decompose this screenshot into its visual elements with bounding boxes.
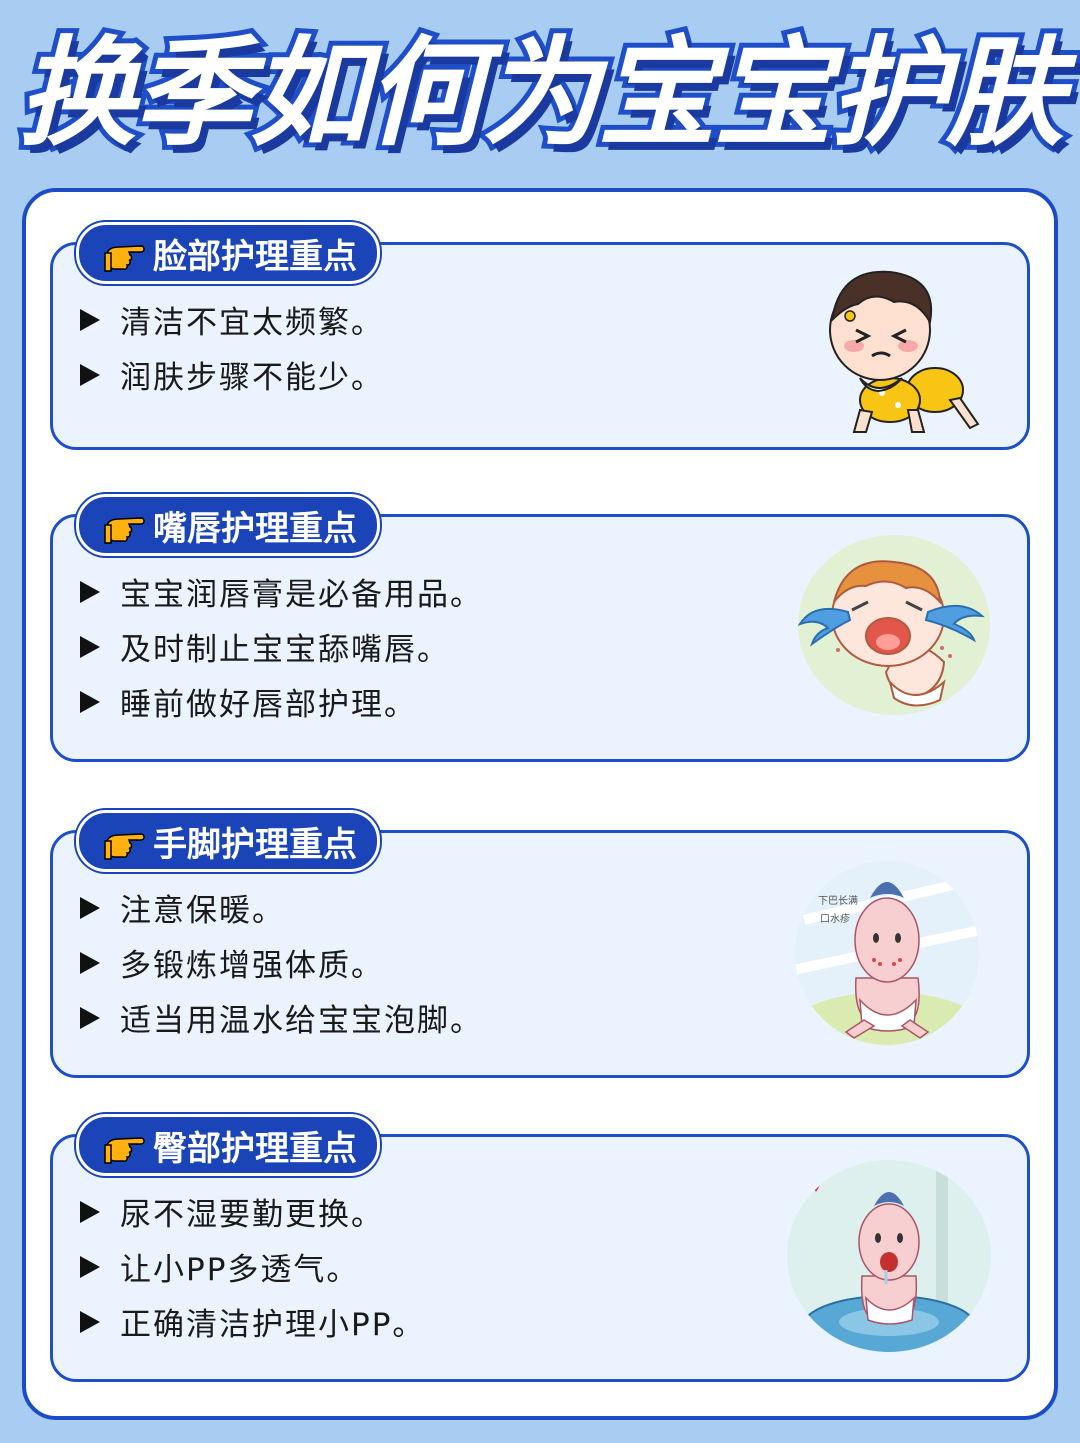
list-item: 多锻炼增强体质。 bbox=[80, 935, 483, 990]
list-item: 注意保暖。 bbox=[80, 880, 483, 935]
list-item: 及时制止宝宝舔嘴唇。 bbox=[80, 619, 483, 674]
triangle-bullet-icon bbox=[80, 363, 100, 386]
bullet-list: 清洁不宜太频繁。 润肤步骤不能少。 bbox=[80, 292, 384, 402]
section-heading: 脸部护理重点 bbox=[76, 222, 380, 284]
section-heading-label: 臀部护理重点 bbox=[153, 1128, 357, 1169]
bullet-list: 宝宝润唇膏是必备用品。 及时制止宝宝舔嘴唇。 睡前做好唇部护理。 bbox=[80, 564, 483, 729]
section-heading: 嘴唇护理重点 bbox=[76, 494, 380, 556]
sitting-baby-illustration: 下巴长满 口水疹 bbox=[794, 860, 980, 1046]
section-heading-label: 脸部护理重点 bbox=[153, 236, 357, 277]
triangle-bullet-icon bbox=[80, 635, 100, 658]
section-heading: 手脚护理重点 bbox=[76, 810, 380, 872]
triangle-bullet-icon bbox=[80, 1255, 100, 1278]
pointing-hand-icon bbox=[103, 233, 147, 273]
list-item: 正确清洁护理小PP。 bbox=[80, 1294, 425, 1349]
crawling-baby-illustration bbox=[820, 260, 980, 440]
section-hands-feet: 手脚护理重点 注意保暖。 多锻炼增强体质。 适当用温水给宝宝泡脚。 下巴长满 口… bbox=[50, 810, 1030, 1078]
section-heading-label: 嘴唇护理重点 bbox=[153, 508, 357, 549]
list-item: 尿不湿要勤更换。 bbox=[80, 1184, 425, 1239]
triangle-bullet-icon bbox=[80, 1310, 100, 1333]
list-item: 睡前做好唇部护理。 bbox=[80, 674, 483, 729]
list-item: 润肤步骤不能少。 bbox=[80, 347, 384, 402]
triangle-bullet-icon bbox=[80, 690, 100, 713]
list-item: 适当用温水给宝宝泡脚。 bbox=[80, 990, 483, 1045]
list-item: 清洁不宜太频繁。 bbox=[80, 292, 384, 347]
bullet-list: 尿不湿要勤更换。 让小PP多透气。 正确清洁护理小PP。 bbox=[80, 1184, 425, 1349]
crying-baby-illustration bbox=[794, 532, 994, 718]
page-title: 换季如何为宝宝护肤 bbox=[13, 19, 1069, 167]
pointing-hand-icon bbox=[103, 821, 147, 861]
list-item: 让小PP多透气。 bbox=[80, 1239, 425, 1294]
list-item: 宝宝润唇膏是必备用品。 bbox=[80, 564, 483, 619]
svg-text:下巴长满: 下巴长满 bbox=[818, 895, 858, 907]
section-heading-label: 手脚护理重点 bbox=[153, 824, 357, 865]
baby-cushion-illustration bbox=[786, 1158, 992, 1354]
bullet-list: 注意保暖。 多锻炼增强体质。 适当用温水给宝宝泡脚。 bbox=[80, 880, 483, 1045]
svg-text:口水疹: 口水疹 bbox=[820, 912, 850, 925]
triangle-bullet-icon bbox=[80, 580, 100, 603]
triangle-bullet-icon bbox=[80, 308, 100, 331]
triangle-bullet-icon bbox=[80, 1006, 100, 1029]
section-bottom: 臀部护理重点 尿不湿要勤更换。 让小PP多透气。 正确清洁护理小PP。 bbox=[50, 1114, 1030, 1382]
section-lips: 嘴唇护理重点 宝宝润唇膏是必备用品。 及时制止宝宝舔嘴唇。 睡前做好唇部护理。 bbox=[50, 494, 1030, 762]
triangle-bullet-icon bbox=[80, 896, 100, 919]
pointing-hand-icon bbox=[103, 505, 147, 545]
pointing-hand-icon bbox=[103, 1125, 147, 1165]
triangle-bullet-icon bbox=[80, 1200, 100, 1223]
triangle-bullet-icon bbox=[80, 951, 100, 974]
section-face: 脸部护理重点 清洁不宜太频繁。 润肤步骤不能少。 bbox=[50, 222, 1030, 450]
section-heading: 臀部护理重点 bbox=[76, 1114, 380, 1176]
